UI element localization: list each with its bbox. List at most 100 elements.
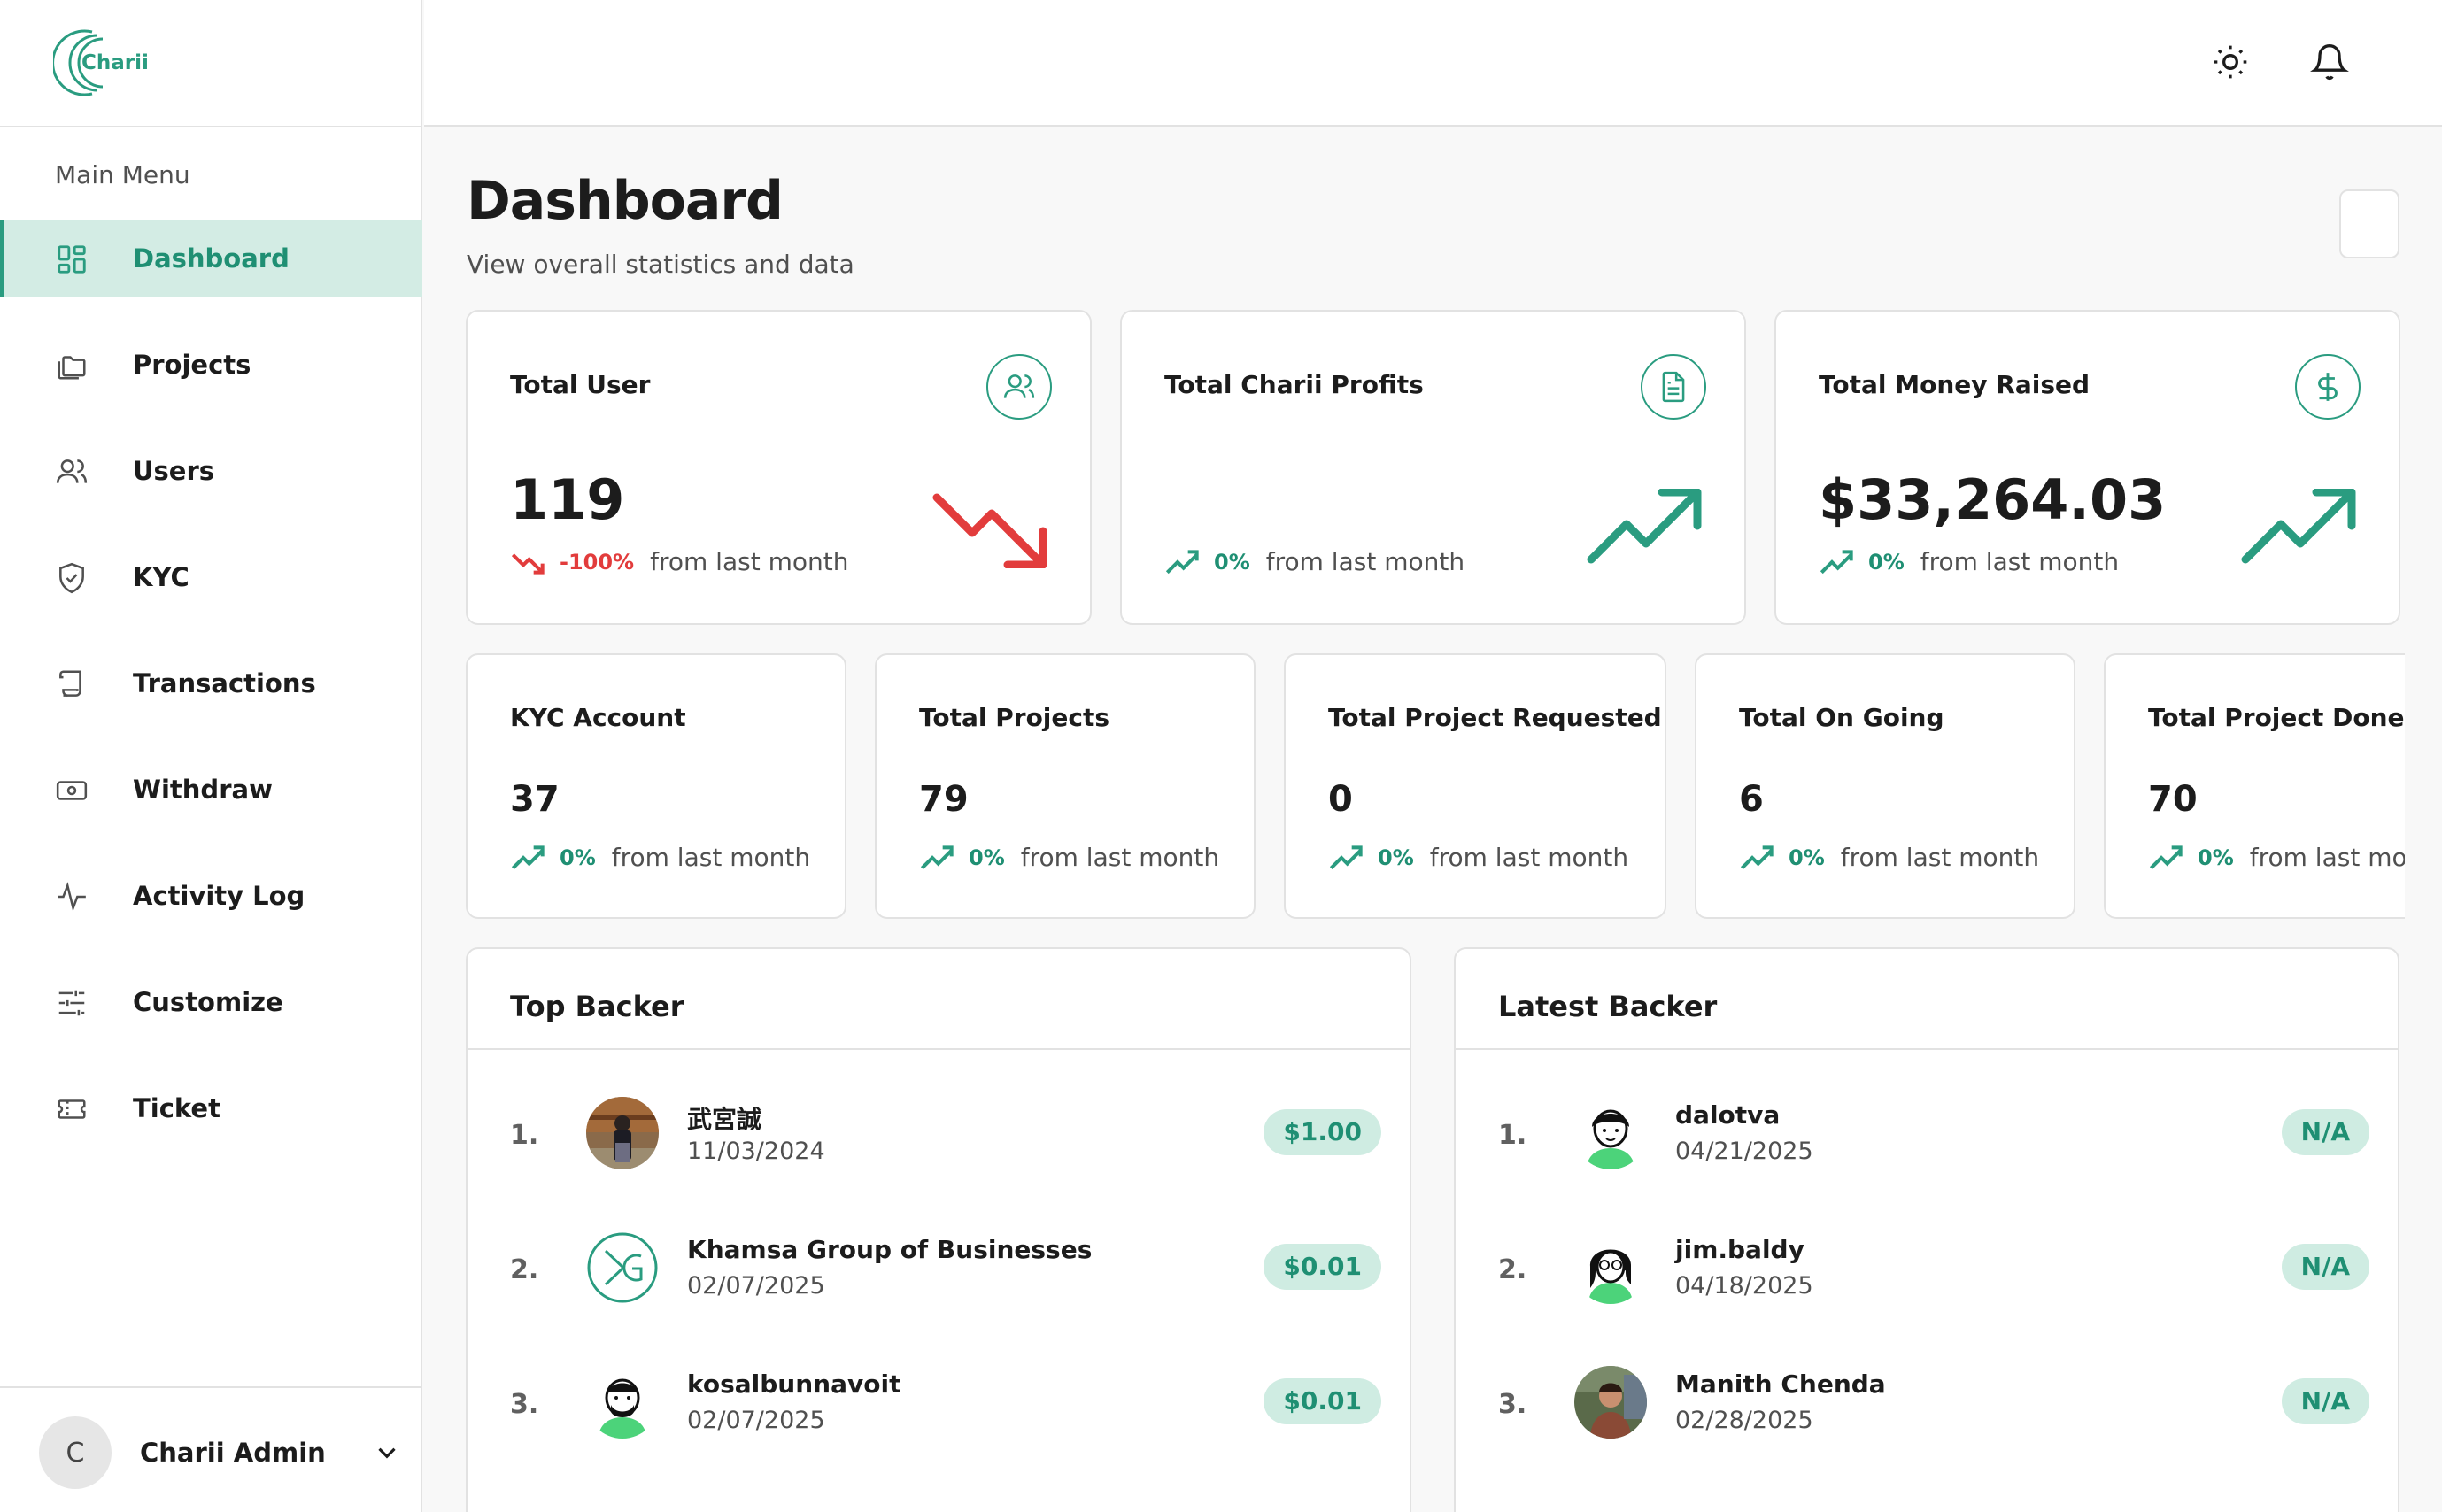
stat-card-project-requested: Total Project Requested 0 0% from last m…: [1284, 653, 1666, 919]
folders-icon: [58, 356, 86, 380]
backer-date: 02/28/2025: [1675, 1407, 1813, 1434]
stat-trend: 0% from last mo: [2148, 843, 2405, 872]
backer-rank: 1.: [510, 1120, 539, 1151]
backer-name: jim.baldy: [1675, 1235, 1804, 1264]
sidebar-item-label: Transactions: [133, 668, 316, 698]
sidebar-item-users[interactable]: Users: [0, 432, 422, 510]
stat-card-total-profits: Total Charii Profits 0% from last month: [1120, 310, 1746, 625]
stat-value: 70: [2148, 779, 2198, 820]
avatar: C: [39, 1416, 112, 1489]
stat-card-total-projects: Total Projects 79 0% from last month: [875, 653, 1256, 919]
page-subtitle: View overall statistics and data: [467, 250, 854, 279]
sidebar-item-dashboard[interactable]: Dashboard: [0, 220, 422, 297]
dollar-icon: [2295, 354, 2361, 420]
stat-title: Total Money Raised: [1819, 370, 2090, 399]
stat-change-label: from last month: [650, 547, 849, 576]
stat-title: KYC Account: [510, 703, 686, 732]
backer-name: 武宮誠: [687, 1105, 762, 1134]
amount-badge: N/A: [2281, 1378, 2369, 1424]
main-nav: Dashboard Projects Users KYC Transaction…: [0, 220, 422, 1176]
charii-logo-icon: Charii: [51, 29, 149, 96]
user-menu[interactable]: C Charii Admin: [39, 1416, 402, 1489]
stat-change-label: from last month: [1020, 843, 1220, 872]
list-item[interactable]: 3. kosalbunnavoit 02/07/2025 $0.01: [468, 1366, 1410, 1446]
backer-rank: 3.: [510, 1389, 539, 1420]
stat-trend: 0% from last month: [1739, 843, 2039, 872]
stat-change: -100%: [560, 549, 635, 575]
scroll-icon: [59, 670, 81, 697]
sidebar-item-label: KYC: [133, 562, 189, 592]
stat-title: Total Projects: [919, 703, 1110, 732]
sidebar-item-transactions[interactable]: Transactions: [0, 644, 422, 722]
stat-title: Total User: [510, 370, 651, 399]
stat-change: 0%: [1789, 845, 1825, 870]
list-item[interactable]: 2. Khamsa Group of Businesses 02/07/2025…: [468, 1231, 1410, 1311]
backer-rank: 3.: [1498, 1389, 1527, 1420]
panel-title: Latest Backer: [1498, 990, 1718, 1023]
bell-icon[interactable]: [2310, 42, 2349, 81]
trend-up-icon: [511, 845, 545, 869]
list-item[interactable]: 2. jim.baldy 04/18/2025 N/A: [1456, 1231, 2398, 1311]
sidebar-divider: [0, 1386, 422, 1388]
stat-card-total-user: Total User 119 -100% from last month: [466, 310, 1092, 625]
backer-date: 02/07/2025: [687, 1407, 825, 1434]
page-action-button[interactable]: [2339, 189, 2399, 258]
stat-change-label: from last month: [1429, 843, 1629, 872]
stat-trend: 0% from last month: [1328, 843, 1628, 872]
avatar: [586, 1231, 659, 1304]
panel-divider: [468, 1048, 1410, 1050]
list-item[interactable]: 1. 武宮誠 11/03/2024 $1.00: [468, 1097, 1410, 1176]
trend-up-icon: [1820, 549, 1853, 574]
stat-trend: 0% from last month: [510, 843, 810, 872]
backer-date: 02/07/2025: [687, 1272, 825, 1300]
main-menu-heading: Main Menu: [55, 160, 190, 189]
activity-icon: [58, 882, 86, 912]
stat-change: 0%: [1868, 549, 1905, 575]
sidebar-item-kyc[interactable]: KYC: [0, 538, 422, 616]
stat-change: 0%: [1214, 549, 1250, 575]
stat-value: 6: [1739, 779, 1764, 820]
grid-icon: [58, 245, 86, 274]
sliders-icon: [58, 990, 85, 1016]
stat-value: 79: [919, 779, 969, 820]
stat-trend: 0% from last month: [1819, 547, 2119, 576]
stat-trend: 0% from last month: [1164, 547, 1464, 576]
avatar: [1574, 1231, 1647, 1304]
stat-title: Total On Going: [1739, 703, 1944, 732]
sidebar-item-label: Projects: [133, 350, 251, 380]
stat-value: 37: [510, 779, 560, 820]
sidebar-item-customize[interactable]: Customize: [0, 963, 422, 1041]
sidebar-item-label: Withdraw: [133, 775, 273, 805]
backer-date: 11/03/2024: [687, 1138, 825, 1165]
backer-date: 04/18/2025: [1675, 1272, 1813, 1300]
trend-up-icon: [1329, 845, 1363, 869]
sidebar-item-label: Dashboard: [133, 243, 290, 274]
stat-card-on-going: Total On Going 6 0% from last month: [1695, 653, 2075, 919]
amount-badge: N/A: [2281, 1244, 2369, 1290]
amount-badge: N/A: [2281, 1109, 2369, 1155]
list-item[interactable]: 3. Manith Chenda 02/28/2025 N/A: [1456, 1366, 2398, 1446]
chevron-down-icon[interactable]: [372, 1438, 402, 1468]
backer-name: dalotva: [1675, 1100, 1781, 1130]
backer-name: Manith Chenda: [1675, 1369, 1886, 1399]
stat-change: 0%: [2198, 845, 2234, 870]
trend-down-icon: [511, 552, 545, 575]
trend-up-large-icon: [2241, 489, 2356, 564]
sun-icon[interactable]: [2211, 42, 2250, 81]
trend-up-icon: [1740, 845, 1774, 869]
charii-logo[interactable]: Charii: [51, 25, 149, 101]
stat-card-kyc-account: KYC Account 37 0% from last month: [466, 653, 846, 919]
list-item[interactable]: 1. dalotva 04/21/2025 N/A: [1456, 1097, 2398, 1176]
panel-title: Top Backer: [510, 990, 684, 1023]
stat-change: 0%: [969, 845, 1005, 870]
sidebar-item-ticket[interactable]: Ticket: [0, 1069, 422, 1147]
stat-card-money-raised: Total Money Raised $33,264.03 0% from la…: [1774, 310, 2400, 625]
amount-badge: $0.01: [1264, 1378, 1381, 1424]
sidebar-item-projects[interactable]: Projects: [0, 326, 422, 404]
sidebar-item-activity-log[interactable]: Activity Log: [0, 857, 422, 935]
backer-name: kosalbunnavoit: [687, 1369, 901, 1399]
backer-rank: 1.: [1498, 1120, 1527, 1151]
backer-rank: 2.: [1498, 1254, 1527, 1285]
sidebar-item-withdraw[interactable]: Withdraw: [0, 751, 422, 829]
trend-up-icon: [920, 845, 954, 869]
